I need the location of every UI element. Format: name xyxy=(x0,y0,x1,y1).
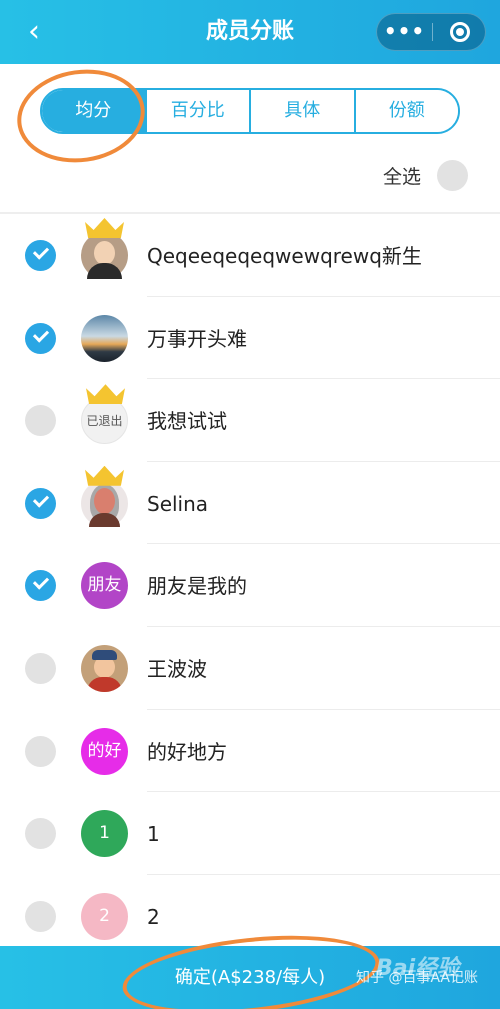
member-checkbox[interactable] xyxy=(25,405,56,437)
split-mode-tabs: 均分 百分比 具体 份额 xyxy=(40,88,460,134)
member-name: 朋友是我的 xyxy=(147,574,247,599)
select-all-control[interactable]: 全选 xyxy=(383,158,468,192)
tab-percentage[interactable]: 百分比 xyxy=(146,90,251,132)
avatar-label: 朋友 xyxy=(87,575,122,596)
member-name: 王波波 xyxy=(147,656,207,681)
avatar-label: 1 xyxy=(99,823,110,844)
member-name: 1 xyxy=(147,822,160,847)
header-bar: ‹ 成员分账 ••• xyxy=(0,0,500,64)
member-row[interactable]: Qeqeeqeqeqwewqrewq新生 xyxy=(0,214,500,297)
avatar-face xyxy=(94,241,115,265)
more-dots-icon[interactable]: ••• xyxy=(377,14,432,50)
member-checkbox[interactable] xyxy=(25,570,56,602)
avatar: 朋友 xyxy=(81,562,128,610)
crown-icon xyxy=(85,218,124,238)
mini-program-capsule: ••• xyxy=(376,13,486,51)
avatar-body xyxy=(87,676,122,692)
member-checkbox[interactable] xyxy=(25,322,56,354)
avatar xyxy=(81,218,128,279)
member-name: 我想试试 xyxy=(147,409,227,434)
member-checkbox[interactable] xyxy=(25,818,56,850)
avatar xyxy=(81,314,128,362)
avatar xyxy=(81,465,128,527)
member-row[interactable]: 王波波 xyxy=(0,627,500,710)
close-target-icon[interactable] xyxy=(450,22,470,42)
tab-specific[interactable]: 具体 xyxy=(251,90,356,132)
member-row[interactable]: 的好 的好地方 xyxy=(0,710,500,793)
avatar xyxy=(81,644,128,692)
avatar: 已退出 xyxy=(81,384,128,445)
member-name: Qeqeeqeqeqwewqrewq新生 xyxy=(147,244,422,268)
member-row[interactable]: 2 2 xyxy=(0,875,500,958)
avatar-hat xyxy=(92,649,117,660)
member-list: Qeqeeqeqeqwewqrewq新生 万事开头难 已退出 我想试试 Seli… xyxy=(0,214,500,957)
tab-shares[interactable]: 份额 xyxy=(355,90,458,132)
member-row[interactable]: 朋友 朋友是我的 xyxy=(0,544,500,627)
member-checkbox[interactable] xyxy=(25,652,56,684)
watermark-text: 知乎 @百事AA记账 xyxy=(356,970,478,986)
avatar-label: 2 xyxy=(99,905,110,926)
avatar: 的好 xyxy=(81,727,128,775)
member-checkbox[interactable] xyxy=(25,240,56,271)
member-row[interactable]: 已退出 我想试试 xyxy=(0,379,500,462)
member-checkbox[interactable] xyxy=(25,735,56,767)
tab-equal[interactable]: 均分 xyxy=(42,90,147,132)
avatar-label: 已退出 xyxy=(86,414,123,429)
member-name: 的好地方 xyxy=(147,739,227,764)
avatar-body xyxy=(87,263,122,279)
member-checkbox[interactable] xyxy=(25,900,56,932)
member-row[interactable]: 万事开头难 xyxy=(0,297,500,380)
crown-icon xyxy=(86,384,125,405)
crown-icon xyxy=(85,465,124,486)
avatar: 1 xyxy=(81,810,128,858)
member-checkbox[interactable] xyxy=(25,487,56,519)
member-name: Selina xyxy=(147,491,209,516)
avatar: 2 xyxy=(81,892,128,940)
avatar-label: 的好 xyxy=(87,740,122,761)
member-name: 万事开头难 xyxy=(147,326,247,351)
member-row[interactable]: 1 1 xyxy=(0,792,500,875)
capsule-divider xyxy=(432,23,433,41)
select-all-checkbox[interactable] xyxy=(437,159,468,191)
select-all-label: 全选 xyxy=(382,165,421,188)
member-row[interactable]: Selina xyxy=(0,462,500,545)
avatar-face xyxy=(94,487,115,514)
